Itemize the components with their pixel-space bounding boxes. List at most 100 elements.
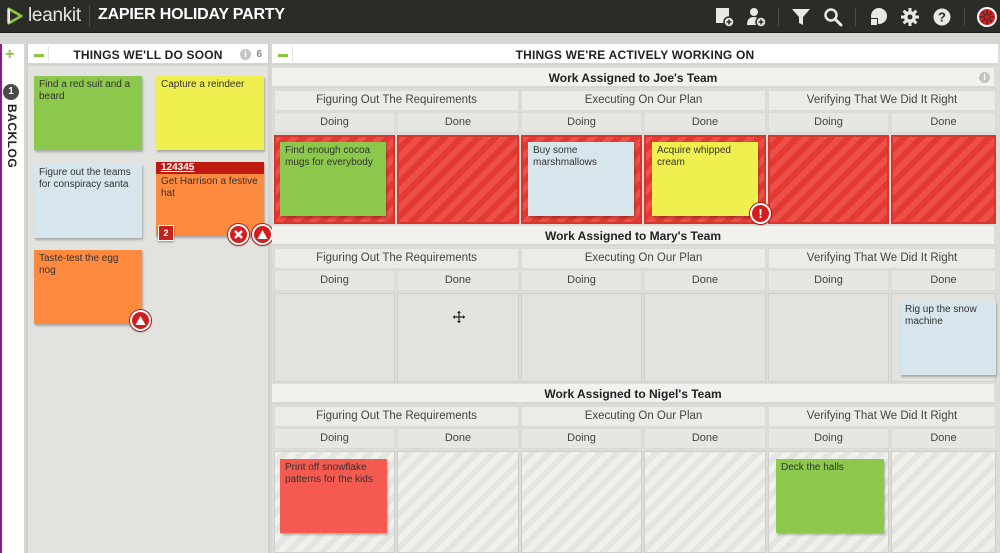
- column-cell[interactable]: [521, 293, 642, 382]
- card-title: Get Harrison a festive hat: [161, 176, 258, 199]
- column-header-done[interactable]: Done: [397, 428, 519, 449]
- card-title: Find enough cocoa mugs for everybody: [285, 145, 373, 168]
- leankit-logo[interactable]: leankit: [6, 5, 81, 26]
- column-header-done[interactable]: Done: [891, 112, 996, 133]
- column-header-doing[interactable]: Doing: [521, 270, 642, 291]
- gear-icon[interactable]: [899, 6, 921, 28]
- svg-text:?: ?: [938, 9, 946, 24]
- card[interactable]: 124345 Get Harrison a festive hat 2: [156, 162, 264, 241]
- team-header-nigel[interactable]: Work Assigned to Nigel's Team: [272, 384, 994, 404]
- priority-up-icon[interactable]: [130, 310, 151, 331]
- card[interactable]: Rig up the snow machine: [900, 301, 996, 375]
- column-header-doing[interactable]: Doing: [521, 112, 642, 133]
- team-header-mary[interactable]: Work Assigned to Mary's Team: [272, 226, 994, 246]
- pie-chart-icon[interactable]: [867, 6, 889, 28]
- alert-icon[interactable]: !: [750, 203, 771, 224]
- column-header-doing[interactable]: Doing: [274, 270, 395, 291]
- lane-title: THINGS WE'LL DO SOON: [73, 48, 223, 62]
- column-header-doing[interactable]: Doing: [768, 428, 889, 449]
- phase-header[interactable]: Executing On Our Plan: [521, 406, 766, 427]
- column-cell[interactable]: [397, 135, 519, 224]
- card[interactable]: Find a red suit and a beard: [34, 76, 142, 150]
- column-header-done[interactable]: Done: [644, 270, 766, 291]
- lane-things-well-do-soon: THINGS WE'LL DO SOON i 6 Find a red suit…: [26, 44, 273, 553]
- priority-up-icon[interactable]: [252, 224, 273, 245]
- column-header-doing[interactable]: Doing: [768, 270, 889, 291]
- column-header-doing[interactable]: Doing: [274, 112, 395, 133]
- column-cell[interactable]: [397, 451, 519, 553]
- lane-header: THINGS WE'RE ACTIVELY WORKING ON: [272, 44, 998, 66]
- filter-icon[interactable]: [790, 6, 812, 28]
- card-title: Figure out the teams for conspiracy sant…: [39, 167, 131, 190]
- leankit-logo-icon: [7, 7, 23, 25]
- wip-count: 6: [256, 49, 262, 60]
- search-icon[interactable]: [822, 6, 844, 28]
- phase-header[interactable]: Executing On Our Plan: [521, 90, 766, 111]
- card[interactable]: Figure out the teams for conspiracy sant…: [34, 164, 142, 238]
- phase-header[interactable]: Executing On Our Plan: [521, 248, 766, 269]
- divider: [89, 5, 90, 27]
- team-title: Work Assigned to Joe's Team: [548, 71, 718, 85]
- team-header-joe[interactable]: Work Assigned to Joe's Team i: [272, 68, 994, 88]
- card-title: Deck the halls: [781, 462, 844, 473]
- card[interactable]: Find enough cocoa mugs for everybody: [280, 142, 386, 216]
- card[interactable]: Taste-test the egg nog: [34, 250, 142, 324]
- column-cell[interactable]: [891, 135, 996, 224]
- column-cell[interactable]: [397, 293, 519, 382]
- add-card-icon[interactable]: [713, 6, 735, 28]
- card-id-link[interactable]: 124345: [156, 162, 264, 174]
- card[interactable]: Acquire whipped cream: [652, 142, 758, 216]
- phase-header[interactable]: Figuring Out The Requirements: [274, 406, 519, 427]
- avatar-icon[interactable]: [976, 6, 998, 28]
- column-cell[interactable]: [274, 293, 395, 382]
- card[interactable]: Print off snowflake patterns for the kid…: [280, 459, 387, 533]
- phase-header[interactable]: Verifying That We Did It Right: [768, 248, 996, 269]
- toolbar-separator: [778, 7, 779, 26]
- backlog-rail[interactable]: + 1 BACKLOG: [0, 44, 24, 553]
- column-header-done[interactable]: Done: [644, 428, 766, 449]
- column-cell[interactable]: [521, 451, 642, 553]
- info-icon[interactable]: i: [979, 72, 990, 83]
- lane-header: THINGS WE'LL DO SOON i 6: [28, 44, 268, 66]
- card-title: Acquire whipped cream: [657, 145, 731, 168]
- column-cell[interactable]: [891, 451, 996, 553]
- lane-title: THINGS WE'RE ACTIVELY WORKING ON: [515, 48, 755, 62]
- lane-things-actively-working-on: THINGS WE'RE ACTIVELY WORKING ON Work As…: [272, 44, 1000, 553]
- board-title: ZAPIER HOLIDAY PARTY: [98, 6, 285, 23]
- column-header-done[interactable]: Done: [397, 112, 519, 133]
- blocked-x-icon[interactable]: [228, 224, 249, 245]
- card-title: Buy some marshmallows: [533, 145, 597, 168]
- team-title: Work Assigned to Mary's Team: [544, 229, 721, 243]
- card-title: Capture a reindeer: [161, 79, 245, 90]
- column-header-doing[interactable]: Doing: [274, 428, 395, 449]
- card-title: Print off snowflake patterns for the kid…: [285, 462, 373, 485]
- column-header-doing[interactable]: Doing: [521, 428, 642, 449]
- card-title: Rig up the snow machine: [905, 304, 977, 327]
- help-icon[interactable]: ?: [931, 6, 953, 28]
- phase-header[interactable]: Verifying That We Did It Right: [768, 406, 996, 427]
- column-cell[interactable]: [644, 451, 766, 553]
- card-count-badge: 2: [158, 225, 174, 241]
- card[interactable]: Deck the halls: [776, 459, 884, 533]
- column-header-done[interactable]: Done: [397, 270, 519, 291]
- column-header-done[interactable]: Done: [891, 428, 996, 449]
- column-header-done[interactable]: Done: [891, 270, 996, 291]
- add-user-icon[interactable]: [745, 6, 767, 28]
- card[interactable]: Buy some marshmallows: [528, 142, 634, 216]
- backlog-label[interactable]: BACKLOG: [5, 104, 19, 168]
- column-cell[interactable]: [768, 135, 889, 224]
- card[interactable]: Capture a reindeer: [156, 76, 264, 150]
- column-header-doing[interactable]: Doing: [768, 112, 889, 133]
- column-cell[interactable]: [768, 293, 889, 382]
- info-icon[interactable]: i: [240, 49, 251, 60]
- top-bar: leankit ZAPIER HOLIDAY PARTY ?: [0, 0, 1000, 33]
- column-cell[interactable]: [644, 293, 766, 382]
- column-header-done[interactable]: Done: [644, 112, 766, 133]
- team-title: Work Assigned to Nigel's Team: [544, 387, 722, 401]
- toolbar: ?: [708, 0, 1000, 33]
- phase-header[interactable]: Figuring Out The Requirements: [274, 90, 519, 111]
- phase-header[interactable]: Figuring Out The Requirements: [274, 248, 519, 269]
- brand-name: leankit: [28, 5, 81, 26]
- add-lane-button[interactable]: +: [5, 47, 14, 63]
- phase-header[interactable]: Verifying That We Did It Right: [768, 90, 996, 111]
